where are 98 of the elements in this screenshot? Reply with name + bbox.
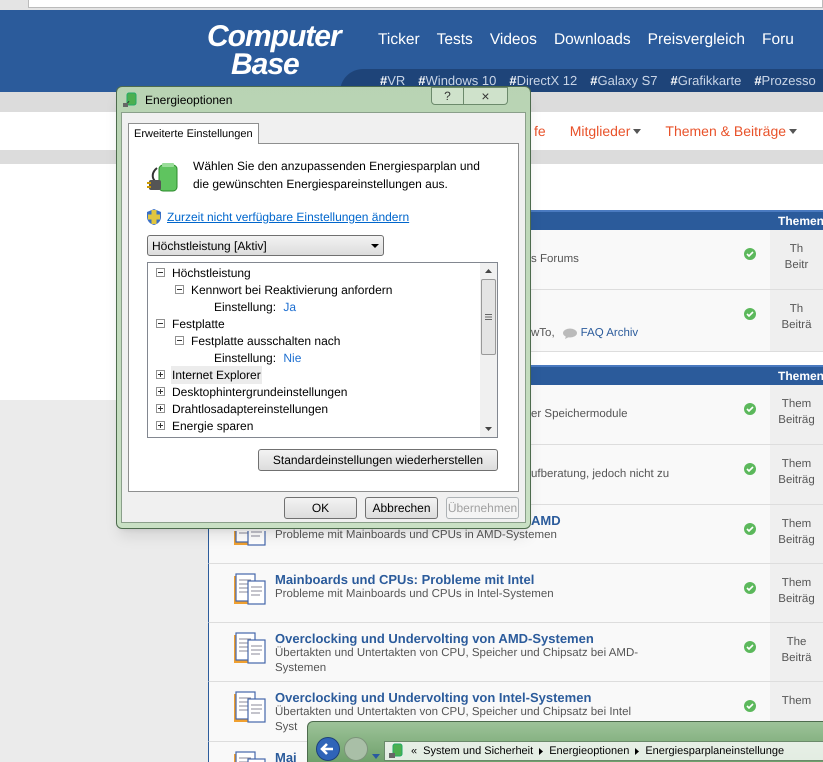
forum-description: er Speichermodule	[531, 407, 628, 422]
overflow-chevron[interactable]: «	[411, 742, 418, 760]
tag-link[interactable]: #VR	[380, 70, 406, 90]
tree-item[interactable]: Internet Explorer	[171, 366, 262, 384]
address-field[interactable]	[28, 0, 823, 8]
expand-icon[interactable]	[156, 387, 165, 396]
nav-link[interactable]: Tests	[436, 28, 473, 52]
tag-link[interactable]: #Prozesso	[754, 70, 816, 90]
setting-row[interactable]: Einstellung: Ja	[213, 298, 298, 316]
forum-title-link[interactable]: Mainboards und CPUs: Probleme mit Intel	[275, 572, 554, 587]
forum-title-link[interactable]: AMD	[531, 513, 561, 528]
forum-description: s Forums	[531, 252, 579, 267]
tag-link[interactable]: #DirectX 12	[509, 70, 578, 90]
restore-defaults-button[interactable]: Standardeinstellungen wiederherstellen	[258, 449, 498, 471]
forum-description: Übertakten und Untertakten von CPU, Speicher und Chipsatz bei Intel	[275, 705, 632, 720]
forum-description: Probleme mit Mainboards und CPUs in AMD-Systemen	[275, 528, 557, 543]
stats-label: The	[786, 635, 806, 650]
tag-link[interactable]: #Grafikkarte	[670, 70, 742, 90]
intro-text: Wählen Sie den anzupassenden Energiesparplan und die gewünschten Energiespareinstellungen aus.	[193, 158, 481, 192]
scrollbar[interactable]	[480, 263, 497, 437]
breadcrumb[interactable]: Energiesparplaneinstellunge	[645, 742, 784, 760]
power-plug-icon	[389, 743, 405, 759]
breadcrumb-arrow-icon[interactable]	[539, 748, 544, 754]
forum-icon	[233, 572, 267, 606]
dialog-button[interactable]: Abbrechen	[365, 497, 438, 519]
forum-title-link[interactable]: Mai	[275, 750, 297, 762]
forum-description: Syst	[275, 720, 298, 735]
tree-item[interactable]: Energie sparen	[171, 416, 254, 434]
power-plug-icon	[123, 92, 139, 108]
stats-label: Them	[782, 397, 812, 412]
stats-label: Beiträ	[781, 318, 812, 333]
column-heading: Themen	[778, 213, 823, 230]
menu-link[interactable]: Themen & Beiträge	[665, 120, 798, 142]
stats-label: Them	[782, 576, 812, 591]
stats-label: Beiträg	[778, 592, 815, 607]
stats-label: Beitr	[784, 258, 808, 273]
tag-link[interactable]: #Galaxy S7	[590, 70, 658, 90]
breadcrumb[interactable]: Energieoptionen	[549, 742, 630, 760]
tree-item[interactable]: Höchstleistung	[171, 264, 252, 282]
forum-title-link[interactable]: Overclocking und Undervolting von Intel-Systemen	[275, 690, 632, 705]
scroll-up-icon[interactable]	[485, 269, 492, 273]
site-logo[interactable]: Computer Base	[207, 20, 357, 84]
forum-description: Übertakten und Untertakten von CPU, Speicher und Chipsatz bei AMD-	[275, 646, 638, 661]
scroll-down-icon[interactable]	[485, 427, 492, 431]
breadcrumb[interactable]: System und Sicherheit	[423, 742, 534, 760]
stats-label: Them	[782, 694, 812, 709]
help-button[interactable]: ?	[431, 87, 464, 105]
tree-item[interactable]: Desktophintergrundeinstellungen	[171, 382, 348, 400]
nav-link[interactable]: Downloads	[554, 28, 631, 52]
shield-icon	[147, 209, 161, 225]
subforum-link[interactable]: FAQ Archiv	[580, 326, 638, 341]
nav-link[interactable]: Foru	[762, 28, 794, 52]
setting-row[interactable]: Einstellung: Nie	[213, 348, 302, 366]
forum-title-link[interactable]: Overclocking und Undervolting von AMD-Systemen	[275, 631, 638, 646]
collapse-icon[interactable]	[175, 336, 184, 345]
collapse-icon[interactable]	[156, 319, 165, 328]
expand-icon[interactable]	[156, 370, 165, 379]
plan-dropdown[interactable]: Höchstleistung [Aktiv]	[147, 235, 384, 256]
admin-link[interactable]: Zurzeit nicht verfügbare Einstellungen ändern	[167, 208, 410, 226]
nav-link[interactable]: Videos	[490, 28, 537, 52]
caret-icon	[371, 244, 379, 248]
expand-icon[interactable]	[156, 404, 165, 413]
tree-item[interactable]: Festplatte ausschalten nach	[190, 332, 342, 350]
forum-icon	[233, 690, 267, 724]
stats-label: Beiträg	[778, 473, 815, 488]
menu-link[interactable]: fe	[534, 120, 546, 142]
collapse-icon[interactable]	[156, 268, 165, 277]
scroll-thumb[interactable]	[481, 279, 496, 355]
tab[interactable]: Erweiterte Einstellungen	[128, 123, 259, 144]
grip-icon	[485, 314, 492, 320]
forum-description: wTo,	[531, 326, 555, 341]
stats-label: Them	[782, 457, 812, 472]
forum-description: Systemen	[275, 661, 326, 676]
menu-link[interactable]: Mitglieder	[570, 120, 642, 142]
breadcrumb-arrow-icon[interactable]	[635, 748, 640, 754]
forum-icon	[233, 631, 267, 665]
stats-label: Th	[790, 302, 804, 317]
tree-item[interactable]: Festplatte	[171, 314, 226, 332]
forum-description: Probleme mit Mainboards und CPUs in Intel-Systemen	[275, 587, 554, 602]
forum-description: ufberatung, jedoch nicht zu	[531, 467, 670, 482]
nav-link[interactable]: Ticker	[378, 28, 420, 52]
column-heading: Themen	[778, 368, 823, 385]
stats-label: Them	[782, 517, 812, 532]
dialog-button[interactable]: OK	[284, 497, 357, 519]
back-button[interactable]	[316, 737, 340, 761]
address-bar[interactable]: « System und Sicherheit Energieoptionen Energiesparplaneinstellunge	[384, 741, 823, 761]
window-title: Energieoptionen	[145, 92, 232, 108]
speech-bubble-icon	[562, 328, 577, 339]
collapse-icon[interactable]	[175, 285, 184, 294]
stats-label: Beiträg	[778, 533, 815, 548]
nav-link[interactable]: Preisvergleich	[648, 28, 745, 52]
tree-item[interactable]: Drahtlosadaptereinstellungen	[171, 400, 330, 418]
close-button[interactable]: ×	[464, 87, 508, 105]
stats-label: Beiträg	[778, 413, 815, 428]
stats-label: Beiträ	[781, 651, 812, 666]
tree-item[interactable]: Kennwort bei Reaktivierung anfordern	[190, 280, 394, 298]
expand-icon[interactable]	[156, 421, 165, 430]
stats-label: Th	[790, 242, 804, 257]
